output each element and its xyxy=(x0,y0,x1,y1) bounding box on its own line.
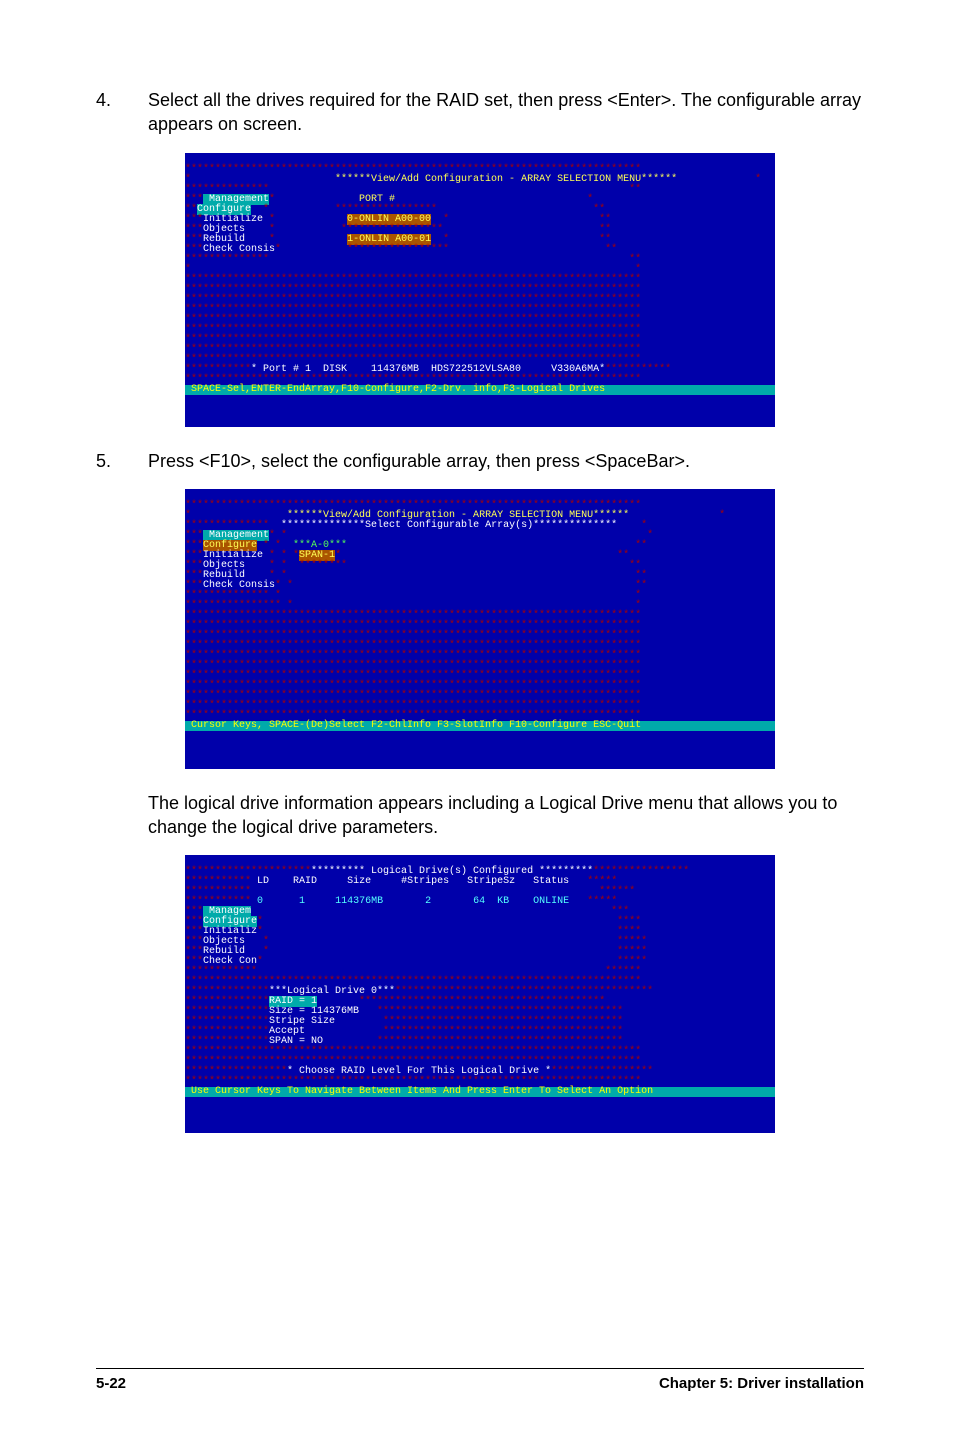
footer-chapter-title: Chapter 5: Driver installation xyxy=(659,1375,864,1392)
screenshot-logical-drive: ****************************** Logical D… xyxy=(185,855,775,1133)
step-5-text: Press <F10>, select the configurable arr… xyxy=(148,449,690,473)
step-4: 4. Select all the drives required for th… xyxy=(96,88,864,137)
post-step5-text: The logical drive information appears in… xyxy=(148,791,864,840)
page-footer: 5-22 Chapter 5: Driver installation xyxy=(96,1368,864,1392)
ss3-bottom-bar: Use Cursor Keys To Navigate Between Item… xyxy=(185,1087,775,1097)
ss2-bottom-bar: Cursor Keys, SPACE-(De)Select F2-ChlInfo… xyxy=(185,721,775,731)
step-5-number: 5. xyxy=(96,449,120,473)
screenshot-configurable-array: ****************************************… xyxy=(185,489,775,769)
ss1-bottom-bar: SPACE-Sel,ENTER-EndArray,F10-Configure,F… xyxy=(185,385,775,395)
step-4-number: 4. xyxy=(96,88,120,137)
footer-page-number: 5-22 xyxy=(96,1375,126,1392)
step-5: 5. Press <F10>, select the configurable … xyxy=(96,449,864,473)
step-4-text: Select all the drives required for the R… xyxy=(148,88,864,137)
screenshot-array-selection-1: ****************************************… xyxy=(185,153,775,427)
